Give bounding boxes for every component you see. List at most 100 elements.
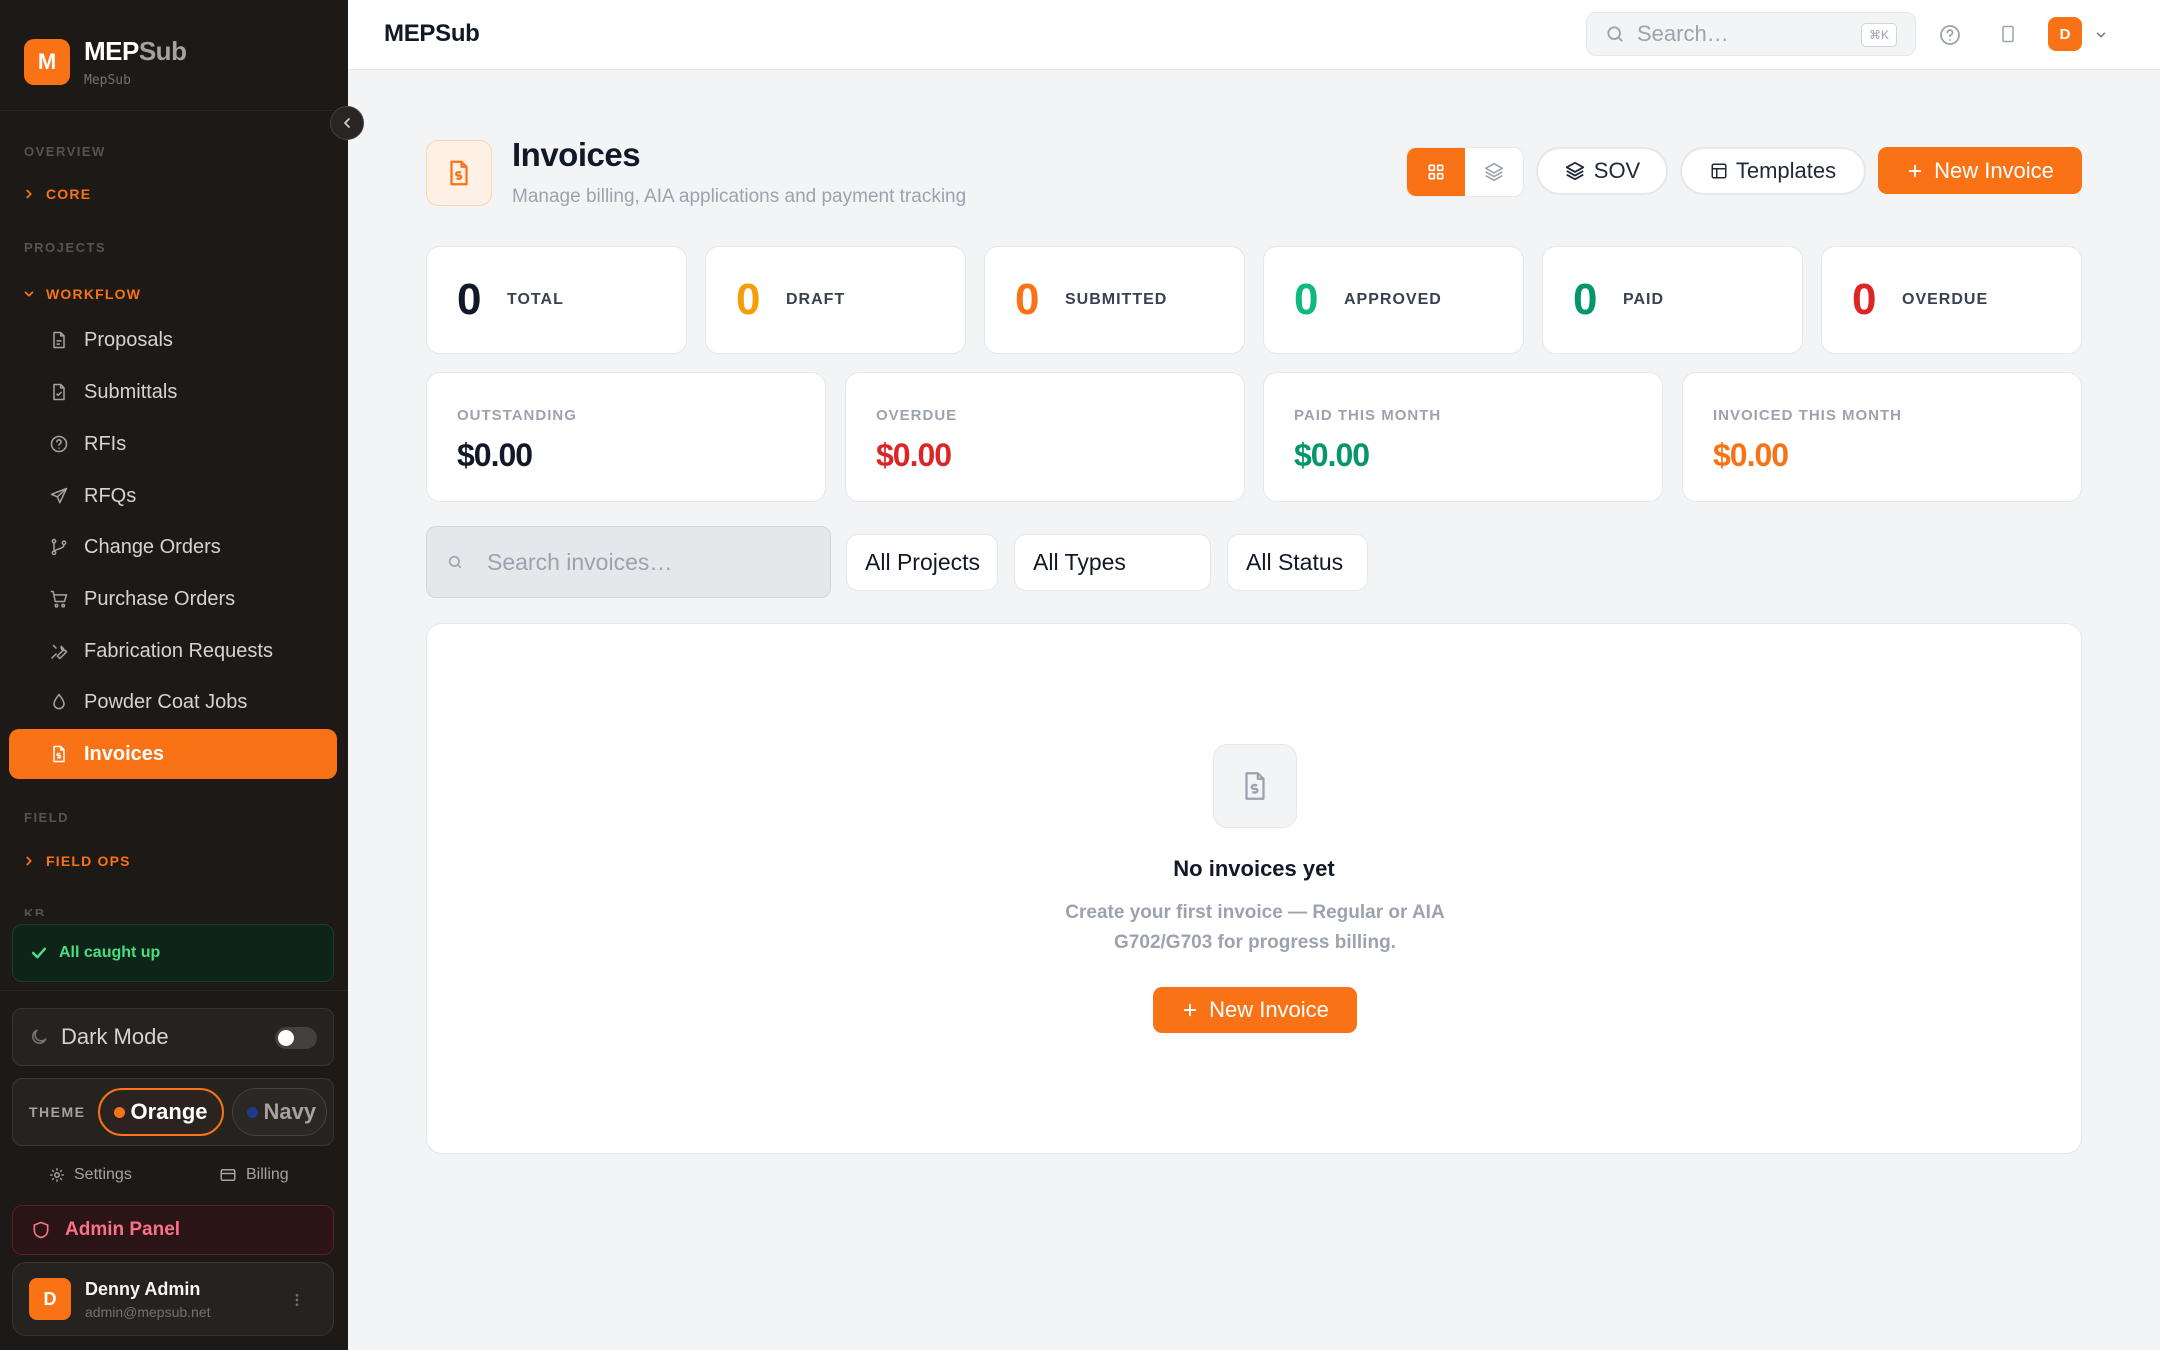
- help-icon[interactable]: [1938, 23, 1962, 47]
- group-workflow[interactable]: WORKFLOW: [22, 286, 141, 302]
- group-core[interactable]: CORE: [22, 186, 91, 202]
- stat-draft[interactable]: 0 DRAFT: [705, 246, 966, 354]
- help-circle-icon: [50, 435, 68, 453]
- group-field-ops[interactable]: FIELD OPS: [22, 853, 131, 869]
- section-kb: KB: [24, 906, 46, 916]
- invoice-search-input[interactable]: Search invoices…: [426, 526, 831, 598]
- document-icon[interactable]: [1998, 23, 2018, 45]
- page-title: Invoices: [512, 136, 641, 173]
- stat-total[interactable]: 0 TOTAL: [426, 246, 687, 354]
- empty-invoice-icon: [1213, 744, 1297, 828]
- sidebar-item-submittals[interactable]: Submittals: [9, 367, 337, 417]
- sidebar-item-invoices[interactable]: Invoices: [9, 729, 337, 779]
- avatar: D: [29, 1278, 71, 1320]
- theme-selector: THEME Orange Navy: [12, 1078, 334, 1146]
- dark-mode-label: Dark Mode: [61, 1024, 169, 1049]
- stat-submitted[interactable]: 0 SUBMITTED: [984, 246, 1245, 354]
- stat-label: DRAFT: [786, 291, 846, 308]
- git-branch-icon: [51, 538, 67, 556]
- plus-icon: [1183, 1003, 1197, 1017]
- user-avatar[interactable]: D: [2048, 17, 2082, 51]
- money-label: INVOICED THIS MONTH: [1713, 407, 1903, 424]
- stat-label: SUBMITTED: [1065, 291, 1168, 308]
- grid-icon: [1428, 164, 1444, 180]
- layers-icon: [1565, 161, 1584, 181]
- theme-option-navy[interactable]: Navy: [231, 1088, 328, 1136]
- stat-value: 0: [736, 275, 761, 324]
- brand[interactable]: M MEPSub MepSub: [24, 36, 187, 88]
- filter-types-select[interactable]: All Types: [1014, 534, 1211, 591]
- filter-projects-select[interactable]: All Projects: [846, 534, 998, 591]
- sidebar-item-rfis[interactable]: RFIs: [9, 419, 337, 469]
- sidebar-item-purchase-orders[interactable]: Purchase Orders: [9, 574, 337, 624]
- navy-dot-icon: [246, 1106, 258, 1118]
- sidebar-item-rfqs[interactable]: RFQs: [9, 471, 337, 521]
- view-toggle: [1406, 147, 1524, 197]
- money-paid-this-month: PAID THIS MONTH $0.00: [1263, 372, 1663, 502]
- sov-button[interactable]: SOV: [1536, 147, 1668, 195]
- stat-approved[interactable]: 0 APPROVED: [1263, 246, 1524, 354]
- theme-option-orange[interactable]: Orange: [97, 1088, 224, 1136]
- orange-dot-icon: [113, 1106, 125, 1118]
- brand-tagline: MepSub: [84, 73, 131, 88]
- sidebar: M MEPSub MepSub OVERVIEW CORE PROJECTS W…: [0, 0, 364, 1350]
- invoice-page-icon: [426, 140, 492, 206]
- money-value: $0.00: [1713, 437, 1789, 473]
- money-invoiced-this-month: INVOICED THIS MONTH $0.00: [1682, 372, 2082, 502]
- theme-label: THEME: [29, 1104, 86, 1120]
- chevron-left-icon: [344, 118, 350, 128]
- filter-status-select[interactable]: All Status: [1227, 534, 1368, 591]
- stat-label: PAID: [1623, 291, 1665, 308]
- stat-value: 0: [1015, 275, 1040, 324]
- cart-icon: [50, 590, 68, 608]
- money-label: PAID THIS MONTH: [1294, 407, 1442, 424]
- stat-label: APPROVED: [1344, 291, 1442, 308]
- stat-value: 0: [1294, 275, 1319, 324]
- global-search-input[interactable]: Search… ⌘K: [1586, 12, 1916, 56]
- grid-view-button[interactable]: [1407, 148, 1465, 196]
- settings-link[interactable]: Settings: [48, 1166, 132, 1184]
- empty-new-invoice-button[interactable]: New Invoice: [1153, 987, 1357, 1033]
- dark-mode-row: Dark Mode: [12, 1008, 334, 1066]
- admin-panel-link[interactable]: Admin Panel: [12, 1205, 334, 1255]
- search-shortcut: ⌘K: [1860, 23, 1897, 47]
- empty-description: Create your first invoice — Regular or A…: [1065, 902, 1445, 953]
- file-check-icon: [53, 383, 65, 401]
- sidebar-item-proposals[interactable]: Proposals: [9, 315, 337, 365]
- templates-button[interactable]: Templates: [1680, 147, 1866, 195]
- money-value: $0.00: [1294, 437, 1370, 473]
- user-card[interactable]: D Denny Admin admin@mepsub.net: [12, 1262, 334, 1336]
- money-outstanding: OUTSTANDING $0.00: [426, 372, 826, 502]
- section-overview: OVERVIEW: [24, 144, 106, 159]
- stat-label: OVERDUE: [1902, 291, 1989, 308]
- billing-link[interactable]: Billing: [218, 1166, 289, 1184]
- stat-paid[interactable]: 0 PAID: [1542, 246, 1803, 354]
- invoice-icon: [53, 745, 65, 763]
- money-label: OUTSTANDING: [457, 407, 577, 424]
- file-icon: [53, 331, 65, 349]
- user-name: Denny Admin: [85, 1278, 201, 1299]
- stat-value: 0: [1852, 275, 1877, 324]
- collapse-sidebar-button[interactable]: [330, 106, 364, 140]
- dark-mode-toggle[interactable]: [275, 1027, 317, 1049]
- app-title: MEPSub: [384, 20, 480, 47]
- invoice-list-empty-state: No invoices yet Create your first invoic…: [426, 623, 2082, 1154]
- sidebar-item-fabrication-requests[interactable]: Fabrication Requests: [9, 626, 337, 676]
- page-subtitle: Manage billing, AIA applications and pay…: [512, 186, 967, 207]
- stat-value: 0: [1573, 275, 1598, 324]
- sidebar-item-change-orders[interactable]: Change Orders: [9, 522, 337, 572]
- sidebar-item-powder-coat-jobs[interactable]: Powder Coat Jobs: [9, 677, 337, 727]
- section-field: FIELD: [24, 810, 70, 825]
- check-icon: [31, 947, 47, 959]
- new-invoice-button[interactable]: New Invoice: [1878, 147, 2082, 194]
- all-caught-up-banner: All caught up: [12, 924, 334, 982]
- moon-icon: [32, 1029, 47, 1044]
- search-icon: [1607, 26, 1623, 42]
- layers-view-button[interactable]: [1465, 148, 1523, 196]
- gear-icon: [50, 1168, 64, 1182]
- chevron-down-icon[interactable]: [2094, 28, 2108, 42]
- stat-overdue[interactable]: 0 OVERDUE: [1821, 246, 2082, 354]
- stat-label: TOTAL: [507, 291, 564, 308]
- more-vertical-icon[interactable]: [289, 1291, 305, 1309]
- top-bar: MEPSub Search… ⌘K D: [348, 0, 2160, 70]
